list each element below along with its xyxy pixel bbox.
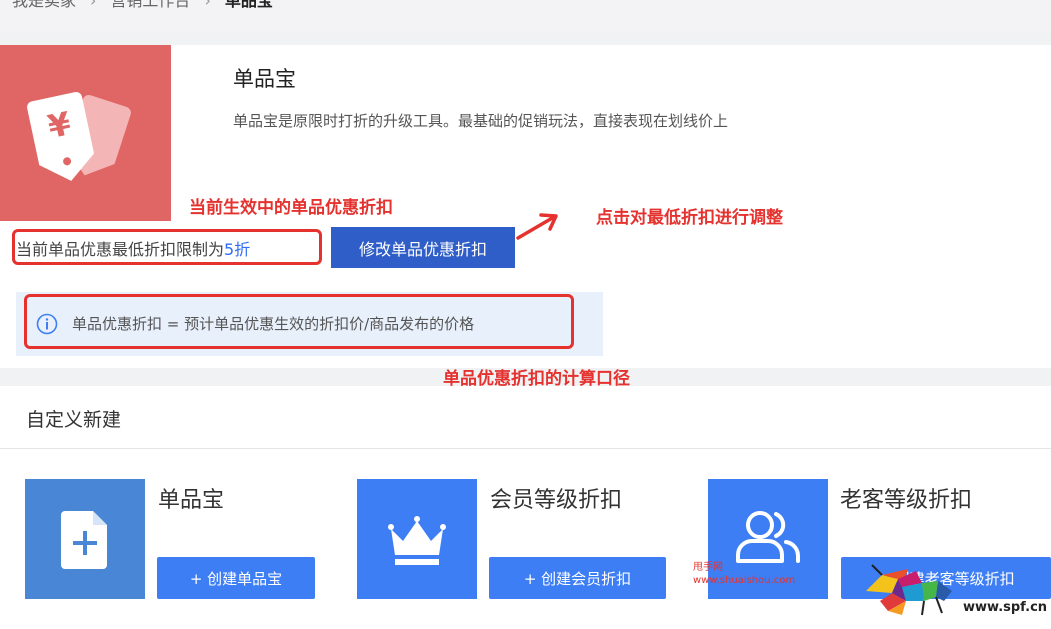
annotation-click-adjust: 点击对最低折扣进行调整 bbox=[596, 208, 783, 228]
info-circle-icon bbox=[36, 313, 58, 335]
discount-limit-value: 5折 bbox=[224, 240, 251, 259]
watermark-small-title: 甩手网 bbox=[693, 562, 723, 573]
modify-discount-button[interactable]: 修改单品优惠折扣 bbox=[331, 227, 515, 268]
breadcrumb-separator-icon: › bbox=[90, 0, 97, 10]
price-tag-icon: ¥ bbox=[27, 92, 131, 181]
discount-limit-label: 当前单品优惠最低折扣限制为 bbox=[16, 240, 225, 259]
discount-limit-text: 当前单品优惠最低折扣限制为5折 bbox=[16, 236, 250, 260]
crown-icon bbox=[388, 516, 446, 565]
create-member-discount-button[interactable]: + 创建会员折扣 bbox=[489, 557, 666, 599]
discount-formula: 单品优惠折扣 = 预计单品优惠生效的折扣价/商品发布的价格 bbox=[72, 315, 475, 333]
card-member-discount-name: 会员等级折扣 bbox=[490, 488, 623, 513]
annotation-arrow-icon bbox=[516, 213, 558, 240]
product-hero-image: ¥ bbox=[0, 45, 171, 221]
card-member-discount-image bbox=[357, 479, 477, 599]
colorful-bull-logo-icon bbox=[866, 564, 952, 616]
annotation-current-discount: 当前生效中的单品优惠折扣 bbox=[189, 198, 393, 218]
watermark-small-url: www.shuaishou.com bbox=[693, 575, 796, 586]
card-danpinbao-image bbox=[25, 479, 145, 599]
watermark-small: 甩手网 www.shuaishou.com bbox=[693, 561, 795, 587]
breadcrumb-separator-icon: › bbox=[204, 0, 211, 10]
breadcrumb: 我是卖家 › 营销工作台 › 单品宝 bbox=[0, 0, 1051, 32]
section-title: 自定义新建 bbox=[26, 409, 122, 431]
watermark-logo-url: www.spf.cn bbox=[963, 600, 1048, 615]
create-danpinbao-button[interactable]: + 创建单品宝 bbox=[157, 557, 315, 599]
breadcrumb-item-marketing[interactable]: 营销工作台 bbox=[110, 0, 190, 9]
breadcrumb-current: 单品宝 bbox=[224, 0, 273, 10]
document-add-icon bbox=[61, 511, 107, 569]
product-description: 单品宝是原限时打折的升级工具。最基础的促销玩法，直接表现在划线价上 bbox=[233, 112, 729, 130]
breadcrumb-item-seller[interactable]: 我是卖家 bbox=[12, 0, 76, 9]
product-title: 单品宝 bbox=[233, 67, 296, 91]
section-divider bbox=[0, 448, 1051, 449]
card-old-customer-name: 老客等级折扣 bbox=[840, 488, 973, 513]
card-danpinbao-name: 单品宝 bbox=[158, 488, 225, 513]
